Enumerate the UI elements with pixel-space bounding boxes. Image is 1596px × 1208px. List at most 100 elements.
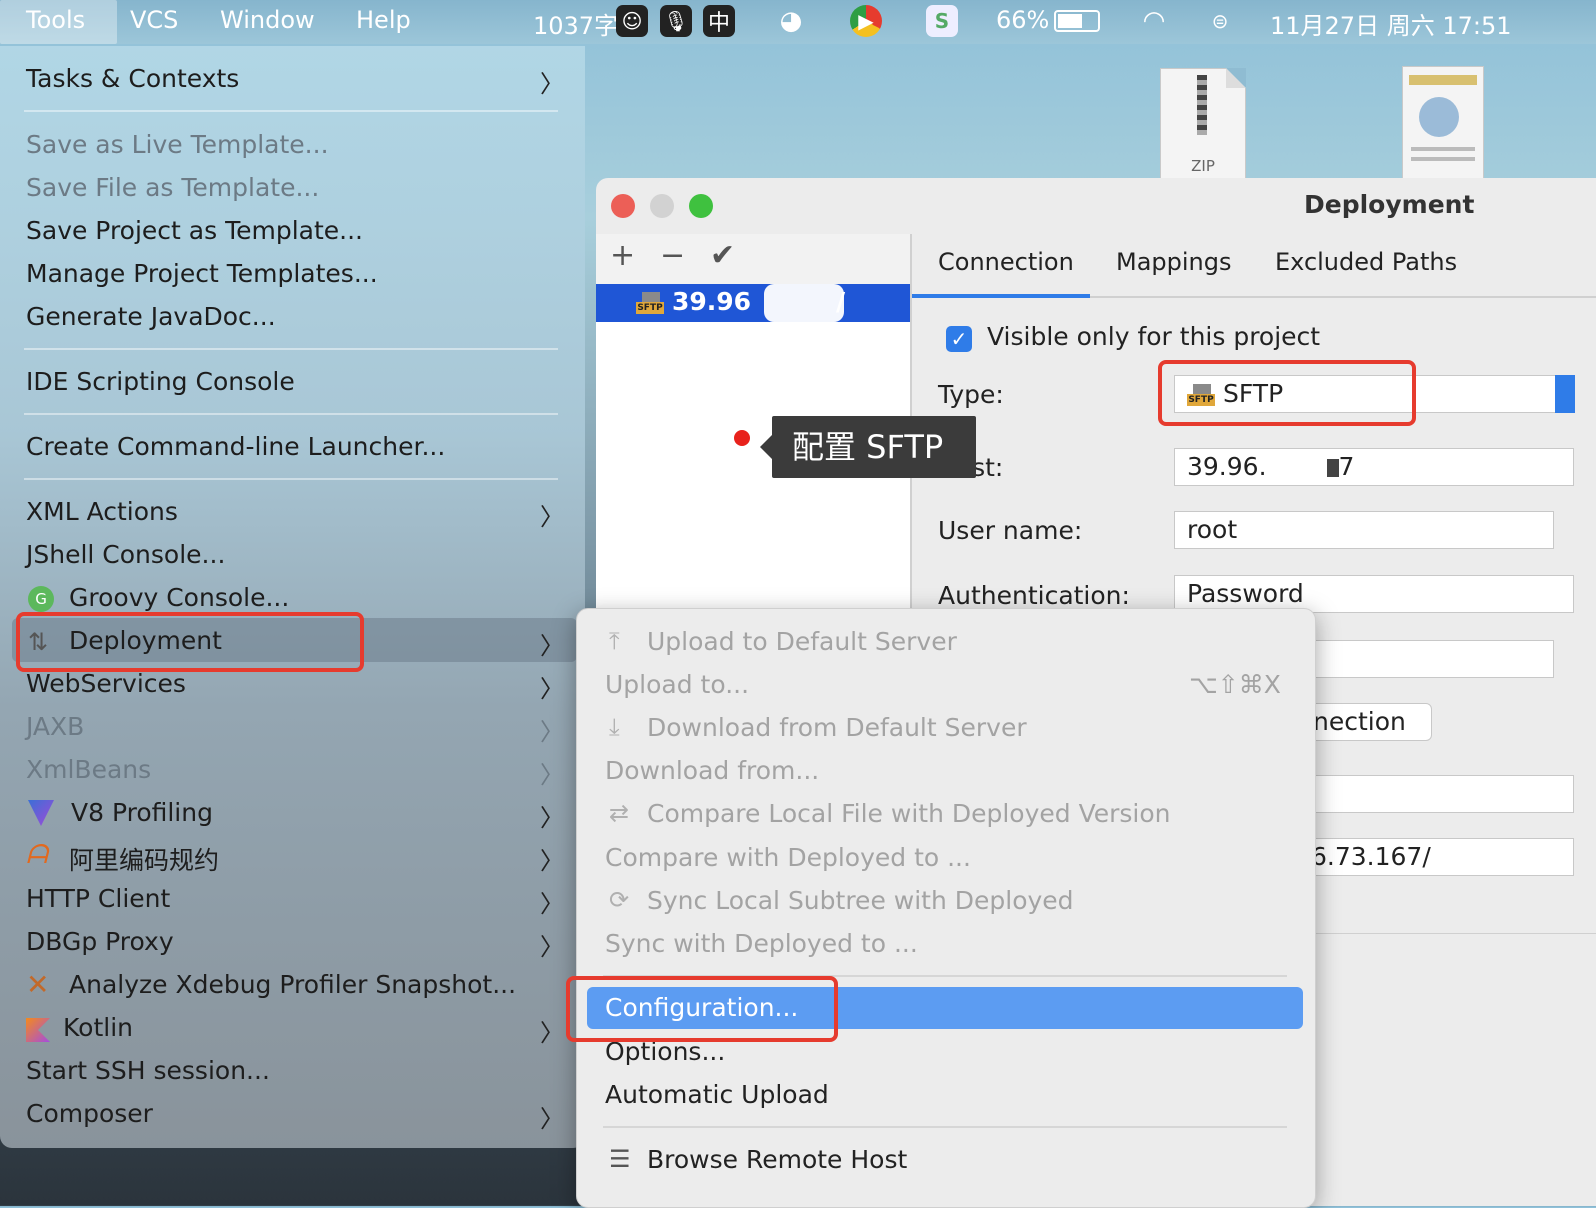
host-suffix: 7 [1338, 452, 1355, 481]
menu-separator [24, 413, 558, 415]
server-name: 39.96 [672, 287, 752, 316]
sync-icon: ⟳ [609, 886, 630, 914]
menubar-vcs[interactable]: VCS [130, 6, 178, 34]
submenu-automatic-upload[interactable]: Automatic Upload [605, 1080, 829, 1109]
menu-item-v8-profiling[interactable]: V8 Profiling [71, 798, 213, 827]
chevron-right-icon: 〉 [540, 1019, 564, 1047]
type-label: Type: [938, 380, 1004, 409]
menu-item-generate-javadoc[interactable]: Generate JavaDoc... [26, 302, 276, 331]
download-icon: ⤓ [609, 713, 620, 741]
submenu-sync-with: Sync with Deployed to ... [605, 929, 918, 958]
active-tab-indicator [912, 294, 1090, 298]
upload-to-shortcut: ⌥⇧⌘X [1189, 670, 1281, 699]
v8-icon [28, 800, 54, 826]
test-connection-label: nection [1313, 707, 1406, 736]
host-value: 39.96. [1187, 452, 1267, 481]
clock: 11月27日 周六 17:51 [1270, 12, 1512, 40]
menu-item-jshell[interactable]: JShell Console... [26, 540, 225, 569]
menu-item-http-client[interactable]: HTTP Client [26, 884, 170, 913]
battery-percent: 66% [996, 6, 1050, 34]
submenu-browse-remote[interactable]: Browse Remote Host [647, 1145, 907, 1174]
menubar-help[interactable]: Help [356, 6, 411, 34]
menu-item-tasks-contexts[interactable]: Tasks & Contexts [26, 64, 239, 93]
tooltip-text: 配置 SFTP [792, 428, 944, 466]
tools-menu: Tasks & Contexts 〉 Save as Live Template… [0, 46, 585, 1148]
menu-item-xml-actions[interactable]: XML Actions [26, 497, 178, 526]
menu-item-xdebug[interactable]: Analyze Xdebug Profiler Snapshot... [69, 970, 516, 999]
tab-excluded-paths[interactable]: Excluded Paths [1275, 248, 1457, 276]
xdebug-icon: ✕ [26, 968, 50, 1001]
menu-item-manage-templates[interactable]: Manage Project Templates... [26, 259, 378, 288]
tab-connection[interactable]: Connection [938, 248, 1074, 276]
microphone-icon[interactable]: 🎙 [660, 5, 692, 37]
root-path-value: 6.73.167/ [1311, 842, 1431, 871]
zoom-window-button[interactable] [689, 194, 713, 218]
menu-bar: Tools VCS Window Help 1037字 ☺ 🎙 中 ◕ ▶ S … [0, 0, 1596, 44]
tab-mappings[interactable]: Mappings [1116, 248, 1232, 276]
zip-file-icon[interactable]: ZIP [1160, 68, 1246, 180]
menu-item-jaxb: JAXB [26, 712, 85, 741]
visible-only-checkbox[interactable]: ✓ [946, 326, 972, 352]
visible-only-label: Visible only for this project [987, 322, 1321, 351]
slash-mark: / [836, 287, 846, 316]
authentication-label: Authentication: [938, 581, 1130, 610]
menu-item-dbgp-proxy[interactable]: DBGp Proxy [26, 927, 174, 956]
menu-item-ide-scripting[interactable]: IDE Scripting Console [26, 367, 295, 396]
server-list-item[interactable]: SFTP 39.96 / [596, 284, 910, 322]
close-window-button[interactable] [611, 194, 635, 218]
menu-item-create-launcher[interactable]: Create Command-line Launcher... [26, 432, 445, 461]
word-count: 1037字 [533, 12, 619, 40]
username-field[interactable]: root [1174, 511, 1554, 549]
list-icon: ☰ [609, 1145, 631, 1173]
menu-item-save-project-template[interactable]: Save Project as Template... [26, 216, 363, 245]
menu-item-composer[interactable]: Composer [26, 1099, 153, 1128]
remove-icon[interactable]: − [660, 238, 685, 273]
authentication-value: Password [1187, 579, 1304, 608]
minimize-window-button[interactable] [650, 194, 674, 218]
submenu-upload-default: Upload to Default Server [647, 627, 957, 656]
control-center-icon[interactable]: ⊜ [1204, 5, 1236, 37]
chevron-right-icon: 〉 [540, 718, 564, 746]
submenu-upload-to: Upload to... [605, 670, 750, 699]
dropdown-arrow-icon[interactable] [1555, 375, 1575, 413]
s-app-icon[interactable]: S [926, 5, 958, 37]
menu-item-ssh-session[interactable]: Start SSH session... [26, 1056, 270, 1085]
submenu-sync-local: Sync Local Subtree with Deployed [647, 886, 1074, 915]
chevron-right-icon: 〉 [540, 503, 564, 531]
username-label: User name: [938, 516, 1083, 545]
deployment-annotation-box [16, 612, 364, 672]
deployment-submenu: ⤒ Upload to Default Server Upload to... … [576, 608, 1316, 1208]
wechat-icon[interactable]: ◕ [775, 5, 807, 37]
kotlin-icon [26, 1018, 50, 1042]
upload-icon: ⤒ [609, 627, 620, 655]
menubar-tools[interactable]: Tools [26, 6, 85, 34]
menubar-window[interactable]: Window [220, 6, 315, 34]
dialog-title: Deployment [1304, 190, 1475, 219]
menu-item-webservices[interactable]: WebServices [26, 669, 186, 698]
host-field[interactable]: 39.96. 7 [1174, 448, 1574, 486]
add-icon[interactable]: + [610, 238, 635, 273]
document-thumbnail-icon[interactable] [1402, 66, 1484, 180]
menu-separator [24, 478, 558, 480]
compare-icon: ⇄ [609, 799, 630, 827]
submenu-download-from: Download from... [605, 756, 820, 785]
submenu-compare-local: Compare Local File with Deployed Version [647, 799, 1171, 828]
chevron-right-icon: 〉 [540, 890, 564, 918]
menu-separator [603, 1126, 1287, 1128]
wifi-icon[interactable]: ◠ [1138, 5, 1170, 37]
ime-icon[interactable]: 中 [703, 5, 735, 37]
submenu-compare-with: Compare with Deployed to ... [605, 843, 971, 872]
smiley-icon[interactable]: ☺ [616, 5, 648, 37]
player-icon[interactable]: ▶ [850, 5, 882, 37]
menu-item-alibaba[interactable]: 阿里编码规约 [69, 841, 219, 877]
checkmark-icon[interactable]: ✔ [710, 238, 735, 273]
battery-icon[interactable] [1052, 5, 1102, 37]
menu-item-kotlin[interactable]: Kotlin [63, 1013, 133, 1042]
menu-item-groovy[interactable]: Groovy Console... [69, 583, 289, 612]
chevron-right-icon: 〉 [540, 847, 564, 875]
menu-item-xmlbeans: XmlBeans [26, 755, 152, 784]
chevron-right-icon: 〉 [540, 804, 564, 832]
annotation-tooltip: 配置 SFTP [760, 416, 976, 478]
menu-separator [24, 110, 558, 112]
redacted-area [764, 284, 844, 322]
